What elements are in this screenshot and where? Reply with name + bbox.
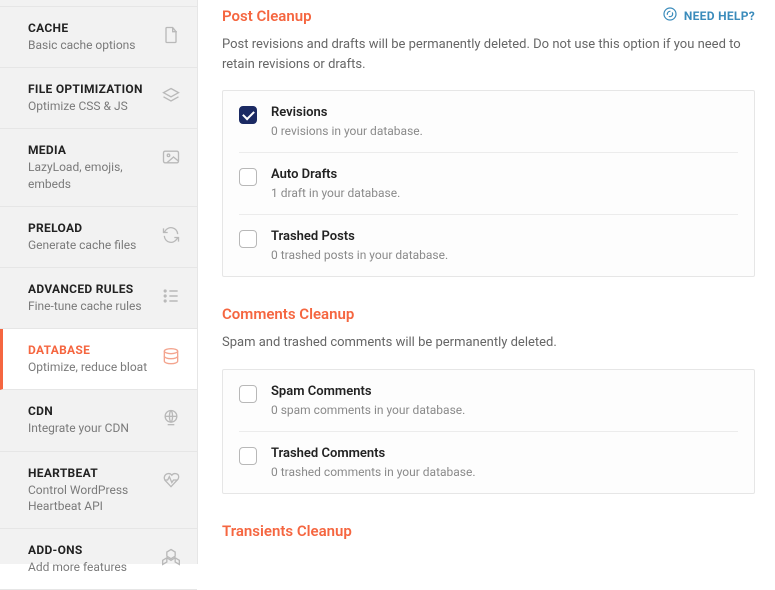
section-heading-transients-cleanup: Transients Cleanup xyxy=(222,522,755,540)
sidebar-item-title: ADVANCED RULES xyxy=(28,282,153,296)
option-trashed-comments[interactable]: Trashed Comments 0 trashed comments in y… xyxy=(239,431,738,493)
globe-icon xyxy=(161,408,181,428)
sidebar-item-title: FILE OPTIMIZATION xyxy=(28,82,153,96)
option-sub: 1 draft in your database. xyxy=(271,186,400,200)
post-cleanup-panel: Revisions 0 revisions in your database. … xyxy=(222,90,755,277)
sidebar-item-sub: Fine-tune cache rules xyxy=(28,298,153,314)
option-title: Revisions xyxy=(271,105,423,120)
comments-cleanup-panel: Spam Comments 0 spam comments in your da… xyxy=(222,369,755,494)
file-icon xyxy=(161,25,181,45)
database-icon xyxy=(161,347,181,367)
sidebar-item-file-optimization[interactable]: FILE OPTIMIZATION Optimize CSS & JS xyxy=(0,68,197,129)
sidebar-item-sub: Generate cache files xyxy=(28,237,153,253)
sidebar-item-sub: Optimize, reduce bloat xyxy=(28,359,153,375)
sidebar-item-title: CDN xyxy=(28,404,153,418)
heartbeat-icon xyxy=(161,470,181,490)
settings-sidebar: CACHE Basic cache options FILE OPTIMIZAT… xyxy=(0,0,198,564)
option-sub: 0 spam comments in your database. xyxy=(271,403,465,417)
option-auto-drafts[interactable]: Auto Drafts 1 draft in your database. xyxy=(239,152,738,214)
sidebar-item-addons[interactable]: ADD-ONS Add more features xyxy=(0,529,197,590)
checkbox-trashed-comments[interactable] xyxy=(239,447,257,465)
sidebar-item-title: CACHE xyxy=(28,21,153,35)
help-icon xyxy=(662,6,678,25)
sidebar-item-cdn[interactable]: CDN Integrate your CDN xyxy=(0,390,197,451)
need-help-label: NEED HELP? xyxy=(684,9,755,23)
option-title: Trashed Posts xyxy=(271,229,448,244)
image-icon xyxy=(161,147,181,167)
sidebar-item-sub: Optimize CSS & JS xyxy=(28,98,153,114)
option-title: Spam Comments xyxy=(271,384,465,399)
sidebar-item-heartbeat[interactable]: HEARTBEAT Control WordPress Heartbeat AP… xyxy=(0,452,197,529)
sidebar-item-title: PRELOAD xyxy=(28,221,153,235)
sidebar-item-cache[interactable]: CACHE Basic cache options xyxy=(0,7,197,68)
sidebar-item-preload[interactable]: PRELOAD Generate cache files xyxy=(0,207,197,268)
list-icon xyxy=(161,286,181,306)
sidebar-item-sub: Basic cache options xyxy=(28,37,153,53)
section-desc-comments: Spam and trashed comments will be perman… xyxy=(222,333,755,353)
need-help-link[interactable]: NEED HELP? xyxy=(662,6,755,25)
sidebar-item-sub: Control WordPress Heartbeat API xyxy=(28,482,153,514)
sidebar-item-sub: Integrate your CDN xyxy=(28,420,153,436)
option-sub: 0 trashed posts in your database. xyxy=(271,248,448,262)
layers-icon xyxy=(161,86,181,106)
option-revisions[interactable]: Revisions 0 revisions in your database. xyxy=(223,91,754,152)
option-trashed-posts[interactable]: Trashed Posts 0 trashed posts in your da… xyxy=(239,214,738,276)
checkbox-trashed-posts[interactable] xyxy=(239,230,257,248)
section-heading-post-cleanup: Post Cleanup xyxy=(222,7,312,25)
sidebar-item-title: DATABASE xyxy=(28,343,153,357)
sidebar-item-database[interactable]: DATABASE Optimize, reduce bloat xyxy=(0,329,197,390)
sidebar-item-sub: Add more features xyxy=(28,559,153,575)
option-spam-comments[interactable]: Spam Comments 0 spam comments in your da… xyxy=(223,370,754,431)
sidebar-item-title: HEARTBEAT xyxy=(28,466,153,480)
sidebar-item-truncated[interactable] xyxy=(0,0,197,7)
sidebar-item-sub: LazyLoad, emojis, embeds xyxy=(28,159,153,191)
section-heading-comments-cleanup: Comments Cleanup xyxy=(222,305,755,323)
checkbox-auto-drafts[interactable] xyxy=(239,168,257,186)
checkbox-spam-comments[interactable] xyxy=(239,385,257,403)
refresh-icon xyxy=(161,225,181,245)
option-title: Auto Drafts xyxy=(271,167,400,182)
main-content: Post Cleanup NEED HELP? Post revisions a… xyxy=(198,0,775,564)
option-title: Trashed Comments xyxy=(271,446,476,461)
option-sub: 0 revisions in your database. xyxy=(271,124,423,138)
checkbox-revisions[interactable] xyxy=(239,106,257,124)
section-desc-post: Post revisions and drafts will be perman… xyxy=(222,35,755,74)
sidebar-item-advanced-rules[interactable]: ADVANCED RULES Fine-tune cache rules xyxy=(0,268,197,329)
sidebar-item-title: MEDIA xyxy=(28,143,153,157)
sidebar-item-media[interactable]: MEDIA LazyLoad, emojis, embeds xyxy=(0,129,197,206)
sidebar-item-title: ADD-ONS xyxy=(28,543,153,557)
option-sub: 0 trashed comments in your database. xyxy=(271,465,476,479)
